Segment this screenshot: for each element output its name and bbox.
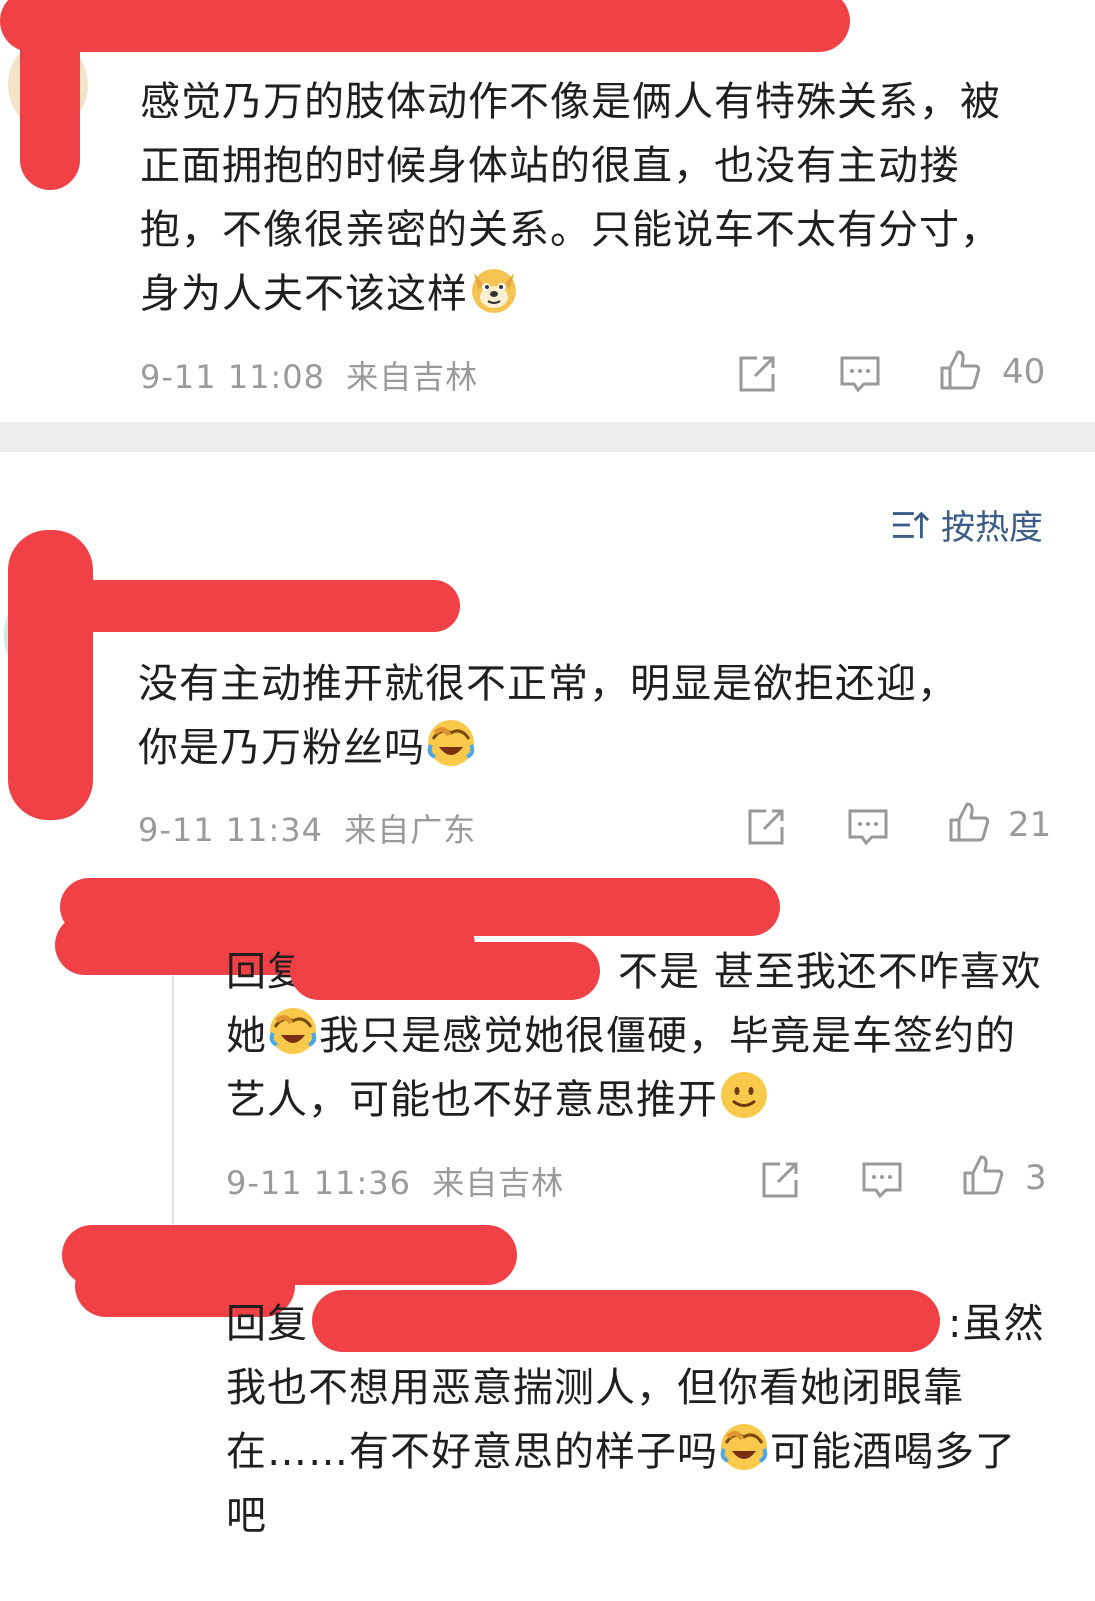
laugh-cry-emoji-icon — [267, 1005, 319, 1057]
sort-icon — [892, 511, 929, 538]
doge-emoji-icon — [468, 263, 520, 315]
redaction-mark — [70, 580, 460, 632]
redaction-mark — [312, 1290, 940, 1352]
like-count: 40 — [1002, 352, 1046, 392]
thumbs-up-icon — [940, 350, 981, 390]
section-divider — [0, 422, 1095, 452]
laugh-cry-emoji-icon — [425, 717, 477, 769]
comment-text: 感觉乃万的肢体动作不像是俩人有特殊关系，被正面拥抱的时候身体站的很直，也没有主动… — [140, 79, 1001, 317]
smile-emoji-icon — [718, 1069, 770, 1121]
redaction-mark — [8, 530, 93, 820]
comment-icon — [840, 356, 880, 393]
reply-time: 9-11 11:36 — [226, 1164, 412, 1202]
reply-meta: 9-11 11:36 来自吉林 — [226, 1158, 564, 1204]
like-button[interactable] — [947, 800, 991, 844]
comment-button[interactable] — [838, 352, 882, 396]
like-button[interactable] — [938, 348, 982, 392]
comment-icon — [862, 1162, 902, 1199]
comment-meta: 9-11 11:08 来自吉林 — [140, 352, 478, 398]
like-count: 21 — [1008, 805, 1052, 845]
sort-label: 按热度 — [941, 508, 1043, 548]
comment-text: 没有主动推开就很不正常，明显是欲拒还迎，你是乃万粉丝吗 — [138, 661, 958, 771]
thumbs-up-icon — [949, 802, 990, 842]
comment-location: 来自广东 — [344, 811, 477, 849]
comment-location: 来自吉林 — [346, 358, 479, 396]
like-count: 3 — [1025, 1158, 1047, 1198]
like-button[interactable] — [961, 1153, 1005, 1197]
comment-button[interactable] — [846, 805, 890, 849]
reply-location: 来自吉林 — [432, 1164, 565, 1202]
reply-prefix: 回复 — [226, 1301, 308, 1347]
comment-icon — [848, 809, 888, 846]
share-button[interactable] — [758, 1158, 802, 1202]
comment-meta: 9-11 11:34 来自广东 — [138, 805, 476, 851]
share-button[interactable] — [735, 352, 779, 396]
comment-time: 9-11 11:08 — [140, 358, 326, 396]
redaction-mark — [20, 20, 80, 190]
redaction-mark — [290, 942, 600, 1000]
share-icon — [762, 1162, 798, 1198]
comment-button[interactable] — [860, 1158, 904, 1202]
sort-toggle[interactable]: 按热度 — [891, 500, 1043, 549]
laugh-cry-emoji-icon — [718, 1421, 770, 1473]
comment-time: 9-11 11:34 — [138, 811, 324, 849]
redaction-mark — [0, 0, 850, 52]
share-icon — [739, 356, 775, 392]
share-button[interactable] — [744, 805, 788, 849]
share-icon — [748, 809, 784, 845]
thumbs-up-icon — [963, 1155, 1004, 1195]
